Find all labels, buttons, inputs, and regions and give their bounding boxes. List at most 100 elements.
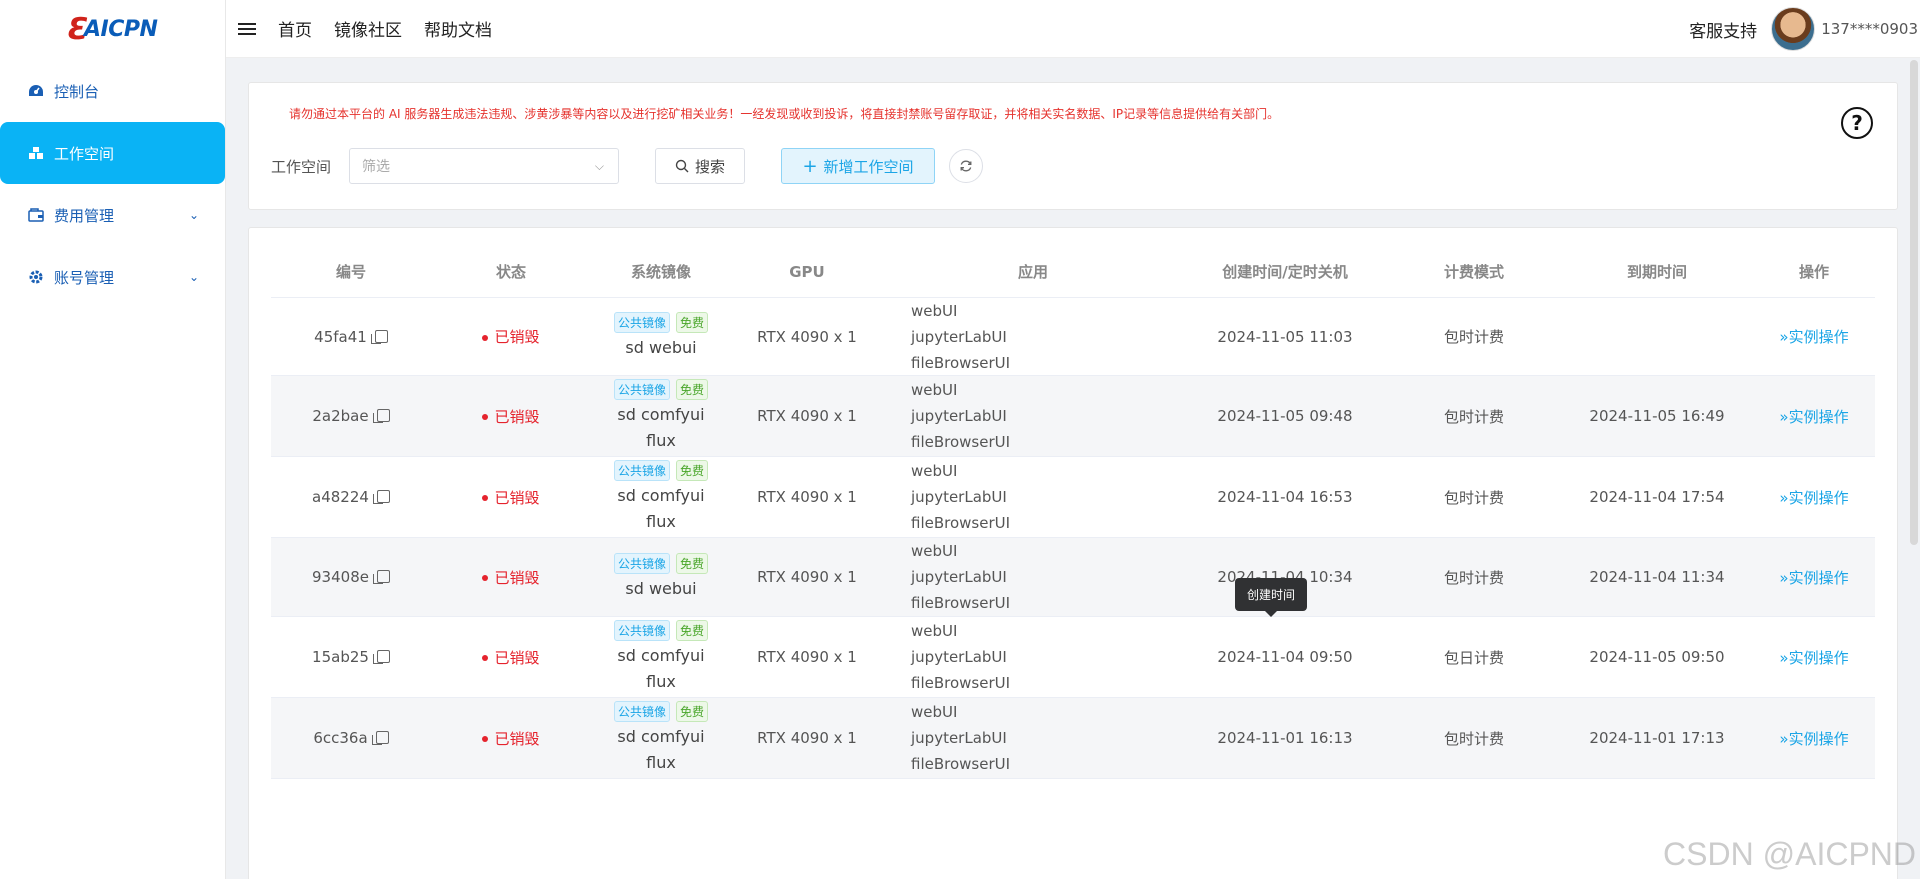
expires-cell: 2024-11-04 11:34 xyxy=(1589,568,1725,586)
chevron-down-icon: ⌄ xyxy=(188,208,199,222)
instance-actions-link[interactable]: »实例操作 xyxy=(1779,649,1848,667)
app-name[interactable]: webUI xyxy=(911,298,1183,324)
table-row: 15ab25 已销毁 公共镜像 免费 sd comfyui flux RTX 40… xyxy=(271,617,1875,698)
app-name[interactable]: webUI xyxy=(911,618,1183,644)
status-cell: 已销毁 xyxy=(431,487,591,508)
created-time-cell: 2024-11-05 09:48 xyxy=(1217,407,1353,425)
free-tag: 免费 xyxy=(676,552,709,574)
instance-actions-link[interactable]: »实例操作 xyxy=(1779,408,1848,426)
public-image-tag: 公共镜像 xyxy=(613,459,670,481)
app-name[interactable]: fileBrowserUI xyxy=(911,350,1183,376)
workspace-filter-label: 工作空间 xyxy=(271,158,332,176)
copy-icon[interactable] xyxy=(370,329,388,344)
col-header-gpu: GPU xyxy=(789,262,825,281)
created-time-cell: 2024-11-05 11:03 xyxy=(1217,327,1353,346)
app-name[interactable]: fileBrowserUI xyxy=(911,751,1183,777)
app-name[interactable]: webUI xyxy=(911,699,1183,725)
actions-cell: »实例操作 xyxy=(1753,728,1875,749)
page-scrollbar[interactable] xyxy=(1910,60,1918,545)
status-badge: 已销毁 xyxy=(494,407,540,426)
table-row: 93408e 已销毁 公共镜像 免费 sd webui RTX 4090 x 1… xyxy=(271,538,1875,617)
instance-id-cell: a48224 xyxy=(271,488,431,506)
instance-actions-link[interactable]: »实例操作 xyxy=(1779,328,1848,346)
app-name[interactable]: fileBrowserUI xyxy=(911,429,1183,455)
image-cell: 公共镜像 免费 sd comfyui flux xyxy=(591,619,731,695)
app-name[interactable]: jupyterLabUI xyxy=(911,324,1183,350)
search-button[interactable]: 搜索 xyxy=(655,148,745,184)
gpu-cell: RTX 4090 x 1 xyxy=(757,568,857,586)
app-name[interactable]: fileBrowserUI xyxy=(911,670,1183,696)
filter-placeholder: 筛选 xyxy=(362,159,390,175)
free-tag: 免费 xyxy=(676,378,709,400)
image-name: flux xyxy=(646,752,676,772)
copy-icon[interactable] xyxy=(372,570,390,584)
apps-cell: webUI jupyterLabUI fileBrowserUI xyxy=(883,377,1183,455)
app-name[interactable]: jupyterLabUI xyxy=(911,403,1183,429)
sidebar-nav: 控制台 工作空间 费用管理 ⌄ 账号管理 ⌄ xyxy=(0,58,225,308)
app-name[interactable]: jupyterLabUI xyxy=(911,725,1183,751)
sidebar-item-workspace[interactable]: 工作空间 xyxy=(0,122,225,184)
double-chevron-right-icon: » xyxy=(1779,568,1789,587)
created-time-cell: 2024-11-04 16:53 xyxy=(1217,488,1353,506)
public-image-tag: 公共镜像 xyxy=(613,312,670,333)
actions-cell: »实例操作 xyxy=(1753,326,1875,347)
image-cell: 公共镜像 免费 sd webui xyxy=(591,552,731,602)
menu-toggle-icon[interactable] xyxy=(238,20,256,38)
nav-link-home[interactable]: 首页 xyxy=(278,16,312,41)
customer-support-link[interactable]: 客服支持 xyxy=(1689,17,1757,42)
app-name[interactable]: webUI xyxy=(911,377,1183,403)
workspace-icon xyxy=(28,145,44,161)
billing-mode-cell: 包时计费 xyxy=(1443,488,1504,507)
gpu-cell: RTX 4090 x 1 xyxy=(757,407,857,425)
col-header-actions: 操作 xyxy=(1798,263,1829,281)
app-name[interactable]: jupyterLabUI xyxy=(911,484,1183,510)
col-header-apps: 应用 xyxy=(1017,262,1048,281)
table-body: 45fa41 已销毁 公共镜像 免费 sd webui RTX 4090 x 1… xyxy=(271,298,1875,779)
app-name[interactable]: fileBrowserUI xyxy=(911,590,1183,616)
instance-id-cell: 6cc36a xyxy=(271,729,431,747)
brand-logo[interactable]: ℇ AICPN xyxy=(0,0,225,58)
sidebar-item-label: 费用管理 xyxy=(54,206,115,225)
instance-actions-link[interactable]: »实例操作 xyxy=(1779,569,1848,587)
image-cell: 公共镜像 免费 sd webui xyxy=(591,312,731,361)
image-name: sd comfyui xyxy=(617,645,705,665)
add-workspace-button[interactable]: + 新增工作空间 xyxy=(781,148,935,184)
image-cell: 公共镜像 免费 sd comfyui flux xyxy=(591,378,731,454)
instance-actions-link[interactable]: »实例操作 xyxy=(1779,489,1848,507)
copy-icon[interactable] xyxy=(372,409,390,423)
image-name: sd comfyui xyxy=(617,485,705,505)
avatar[interactable] xyxy=(1771,7,1816,51)
instance-id: 2a2bae xyxy=(312,407,369,425)
app-name[interactable]: jupyterLabUI xyxy=(911,644,1183,670)
dashboard-icon xyxy=(28,83,44,99)
app-name[interactable]: webUI xyxy=(911,538,1183,564)
sidebar: ℇ AICPN 控制台 工作空间 费用管理 ⌄ 账号管理 ⌄ xyxy=(0,0,226,879)
created-time-cell: 2024-11-04 09:50 xyxy=(1217,648,1353,666)
workspace-filter-select[interactable]: 筛选 ⌵ xyxy=(349,148,619,184)
gpu-cell: RTX 4090 x 1 xyxy=(757,327,857,346)
sidebar-item-billing[interactable]: 费用管理 ⌄ xyxy=(0,184,225,246)
app-name[interactable]: webUI xyxy=(911,458,1183,484)
public-image-tag: 公共镜像 xyxy=(613,552,670,574)
sidebar-item-account[interactable]: 账号管理 ⌄ xyxy=(0,246,225,308)
help-icon[interactable]: ? xyxy=(1841,107,1873,139)
instance-actions-link[interactable]: »实例操作 xyxy=(1779,730,1848,748)
copy-icon[interactable] xyxy=(372,490,390,504)
copy-icon[interactable] xyxy=(371,731,389,745)
sidebar-item-dashboard[interactable]: 控制台 xyxy=(0,60,225,122)
app-name[interactable]: fileBrowserUI xyxy=(911,510,1183,536)
copy-icon[interactable] xyxy=(372,650,390,664)
app-name[interactable]: jupyterLabUI xyxy=(911,564,1183,590)
status-badge: 已销毁 xyxy=(494,568,540,587)
nav-link-image-community[interactable]: 镜像社区 xyxy=(334,16,402,41)
search-button-label: 搜索 xyxy=(694,157,725,176)
user-phone[interactable]: 137****0903 xyxy=(1821,20,1918,38)
nav-link-help-docs[interactable]: 帮助文档 xyxy=(424,16,492,41)
double-chevron-right-icon: » xyxy=(1779,488,1789,507)
status-cell: 已销毁 xyxy=(431,567,591,588)
refresh-icon[interactable] xyxy=(949,149,983,183)
instance-id-cell: 2a2bae xyxy=(271,407,431,425)
compliance-warning: 请勿通过本平台的 AI 服务器生成违法违规、涉黄涉暴等内容以及进行挖矿相关业务！… xyxy=(289,107,1280,121)
apps-cell: webUI jupyterLabUI fileBrowserUI xyxy=(883,458,1183,536)
apps-cell: webUI jupyterLabUI fileBrowserUI xyxy=(883,699,1183,777)
